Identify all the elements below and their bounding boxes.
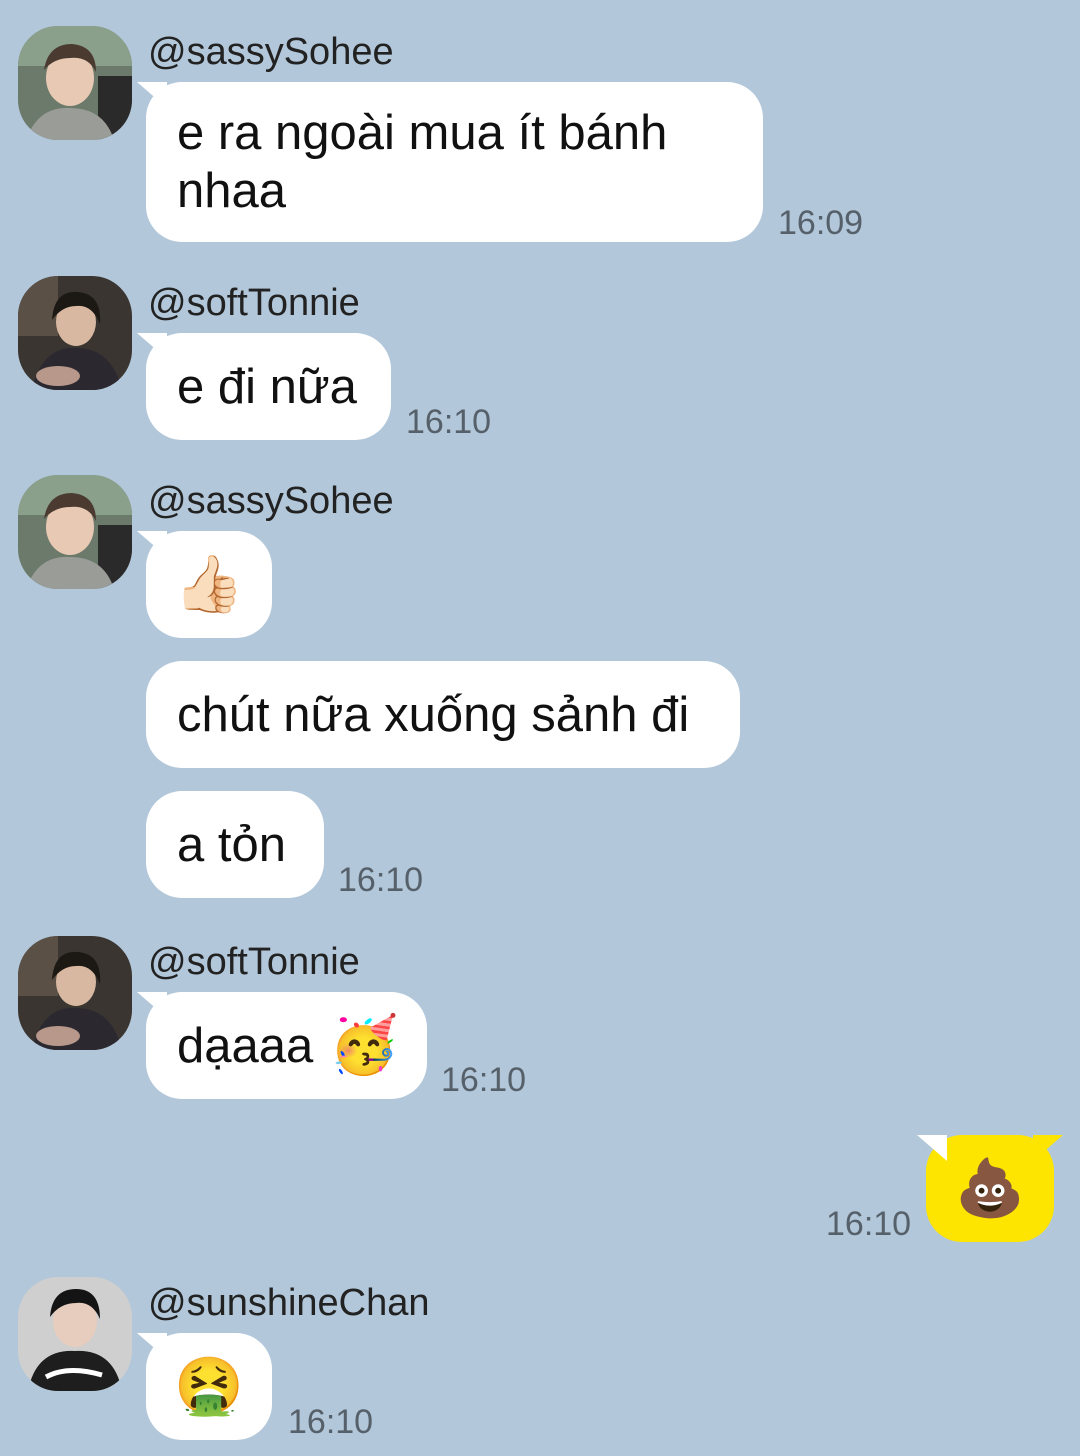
- avatar-sassySohee[interactable]: [18, 475, 132, 589]
- message-bubble[interactable]: 🤮: [146, 1333, 272, 1440]
- partying-face-icon: 🥳: [329, 1012, 399, 1078]
- message-time: 16:10: [338, 861, 424, 899]
- message-bubble[interactable]: e ra ngoài mua ít bánh nhaa: [146, 82, 763, 242]
- message-bubble[interactable]: a tỏn: [146, 791, 324, 898]
- message-text: e đi nữa: [177, 359, 357, 414]
- message-bubble[interactable]: chút nữa xuống sảnh đi: [146, 661, 740, 768]
- avatar-sunshineChan[interactable]: [18, 1277, 132, 1391]
- message-time: 16:10: [826, 1205, 912, 1243]
- message-text: chút nữa xuống sảnh đi: [177, 687, 690, 742]
- avatar-softTonnie[interactable]: [18, 936, 132, 1050]
- message-bubble-outgoing[interactable]: 💩: [926, 1135, 1054, 1242]
- message-time: 16:10: [406, 403, 492, 441]
- vomiting-face-icon: 🤮: [174, 1353, 244, 1419]
- sender-name: @sunshineChan: [148, 1282, 430, 1324]
- thumbs-up-icon: 👍🏻: [174, 551, 244, 617]
- message-bubble[interactable]: dạaaa 🥳: [146, 992, 427, 1099]
- sender-name: @softTonnie: [148, 941, 360, 983]
- avatar-photo-icon: [18, 475, 132, 589]
- sender-name: @softTonnie: [148, 282, 360, 324]
- avatar-photo-icon: [18, 276, 132, 390]
- avatar-photo-icon: [18, 26, 132, 140]
- avatar-photo-icon: [18, 1277, 132, 1391]
- message-bubble[interactable]: e đi nữa: [146, 333, 391, 440]
- avatar-softTonnie[interactable]: [18, 276, 132, 390]
- message-time: 16:10: [441, 1061, 527, 1099]
- message-time: 16:10: [288, 1403, 374, 1441]
- message-time: 16:09: [778, 204, 864, 242]
- avatar-sassySohee[interactable]: [18, 26, 132, 140]
- message-text: a tỏn: [177, 817, 286, 872]
- poop-icon: 💩: [955, 1155, 1025, 1221]
- message-bubble[interactable]: 👍🏻: [146, 531, 272, 638]
- avatar-photo-icon: [18, 936, 132, 1050]
- message-text: dạaaa: [177, 1018, 314, 1073]
- sender-name: @sassySohee: [148, 480, 394, 522]
- sender-name: @sassySohee: [148, 31, 394, 73]
- message-text: e ra ngoài mua ít bánh nhaa: [177, 106, 668, 218]
